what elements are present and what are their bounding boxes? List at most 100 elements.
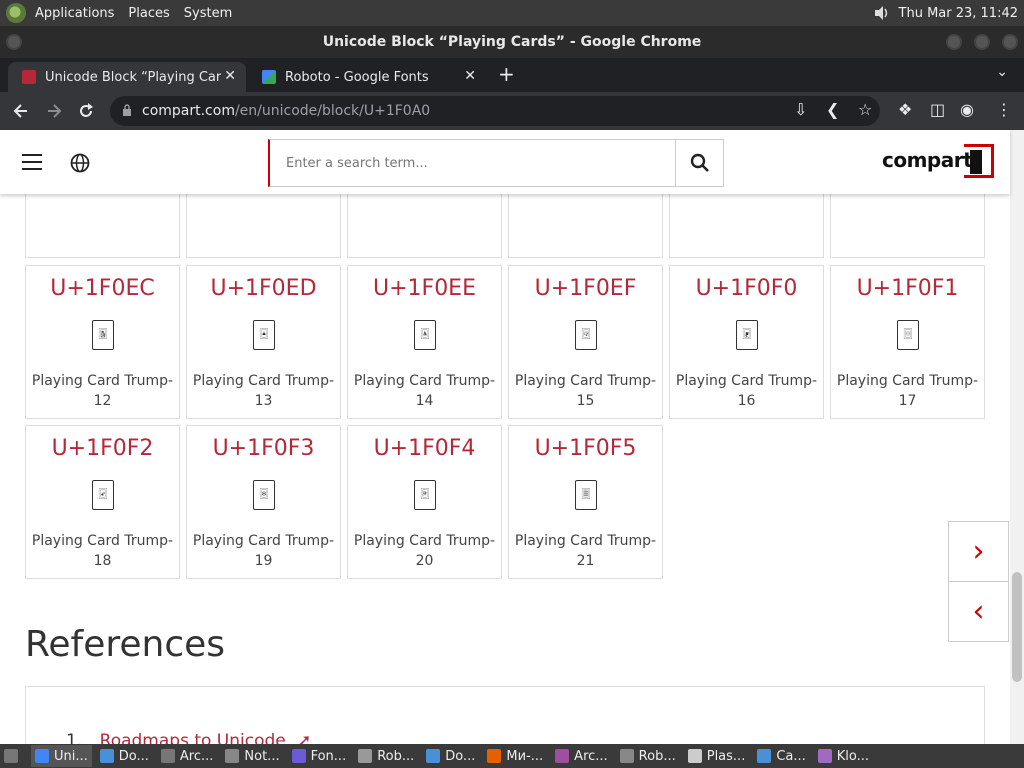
next-page-button[interactable]: › [948, 521, 1009, 582]
reload-icon[interactable] [77, 102, 95, 120]
back-arrow-icon[interactable] [12, 102, 30, 120]
app-icon [358, 749, 373, 763]
char-card[interactable]: U+1F0F0 🃰 Playing Card Trump-16 [669, 265, 824, 419]
tab-label: Unicode Block “Playing Cards” [45, 69, 221, 85]
char-code[interactable]: U+1F0F0 [670, 276, 823, 301]
clock[interactable]: Thu Mar 23, 11:42 [899, 6, 1018, 21]
taskbar-item[interactable]: Rob... [616, 745, 680, 767]
reference-link-roadmaps[interactable]: Roadmaps to Unicode [100, 731, 286, 744]
taskbar-item[interactable]: Rob... [354, 745, 418, 767]
browser-toolbar: compart.com/en/unicode/block/U+1F0A0 ⇩ ❮… [0, 92, 1024, 130]
taskbar-label: Arc... [574, 748, 608, 764]
char-code[interactable]: U+1F0F3 [187, 436, 340, 461]
char-code[interactable]: U+1F0F2 [26, 436, 179, 461]
applications-menu[interactable]: Applications [28, 6, 121, 21]
app-icon [817, 749, 832, 763]
taskbar-item[interactable]: Uni... [31, 745, 92, 767]
share-icon[interactable]: ❮ [826, 100, 839, 119]
taskbar-item[interactable]: Do... [422, 745, 479, 767]
char-card[interactable]: U+1F0F2 🃲 Playing Card Trump-18 [25, 425, 180, 579]
side-panel-icon[interactable]: ◫ [930, 100, 945, 119]
taskbar-item[interactable]: Arc... [551, 745, 612, 767]
tab-close-icon[interactable]: ✕ [224, 68, 236, 84]
window-title: Unicode Block “Playing Cards” - Google C… [322, 34, 702, 50]
lock-icon[interactable] [122, 104, 132, 116]
app-icon [225, 749, 240, 763]
url-path: /en/unicode/block/U+1F0A0 [234, 103, 431, 119]
taskbar: Uni... Do... Arc... Not... Fon... Rob... Do...… [0, 744, 1024, 768]
char-glyph: 🃰 [736, 320, 758, 350]
profile-avatar-icon[interactable]: ◉ [960, 100, 974, 119]
window-menu-button[interactable] [6, 34, 22, 50]
char-glyph: 🃭 [253, 320, 275, 350]
taskbar-label: Fon... [310, 748, 347, 764]
tab-search-chevron-icon[interactable]: ⌄ [996, 64, 1008, 80]
char-code[interactable]: U+1F0EE [348, 276, 501, 301]
close-window-button[interactable] [1002, 34, 1018, 50]
maximize-button[interactable] [974, 34, 990, 50]
char-name: Playing Card Trump-17 [836, 373, 979, 409]
taskbar-label: Do... [118, 748, 149, 764]
taskbar-item[interactable]: Ми-... [483, 745, 547, 767]
search-input[interactable] [270, 140, 675, 186]
char-card[interactable]: U+1F0F4 🃴 Playing Card Trump-20 [347, 425, 502, 579]
taskbar-item[interactable]: Plas... [684, 745, 750, 767]
app-icon [99, 749, 114, 763]
char-code[interactable]: U+1F0EC [26, 276, 179, 301]
references-list: 1. Roadmaps to Unicode ➚ [25, 686, 985, 744]
hamburger-menu-icon[interactable] [22, 154, 42, 170]
char-code[interactable]: U+1F0EF [509, 276, 662, 301]
app-icon [35, 749, 49, 763]
taskbar-item[interactable]: Not... [221, 745, 283, 767]
language-globe-icon[interactable] [70, 153, 90, 173]
tab-close-icon[interactable]: ✕ [464, 68, 476, 84]
install-app-icon[interactable]: ⇩ [794, 100, 807, 119]
tab-roboto-fonts[interactable]: Roboto - Google Fonts ✕ [248, 62, 486, 92]
system-menu[interactable]: System [177, 6, 239, 21]
char-card[interactable]: U+1F0F1 🃱 Playing Card Trump-17 [830, 265, 985, 419]
char-name: Playing Card Trump-13 [192, 373, 335, 409]
site-search [268, 139, 724, 187]
app-icon [555, 749, 570, 763]
char-glyph: 🃲 [92, 480, 114, 510]
desktop-icon [4, 749, 18, 763]
compart-favicon-icon [22, 70, 36, 84]
volume-icon[interactable] [873, 5, 891, 21]
places-menu[interactable]: Places [121, 6, 176, 21]
char-card[interactable]: U+1F0F3 🃳 Playing Card Trump-19 [186, 425, 341, 579]
char-card[interactable]: U+1F0EF 🃯 Playing Card Trump-15 [508, 265, 663, 419]
minimize-button[interactable] [946, 34, 962, 50]
char-code[interactable]: U+1F0F4 [348, 436, 501, 461]
scrollbar-thumb[interactable] [1012, 572, 1022, 682]
char-card[interactable]: U+1F0F5 🃵 Playing Card Trump-21 [508, 425, 663, 579]
compart-logo[interactable]: compart [882, 148, 973, 172]
char-code[interactable]: U+1F0ED [187, 276, 340, 301]
taskbar-item[interactable]: Fon... [288, 745, 351, 767]
compart-logo-bar [970, 150, 982, 174]
search-button[interactable] [675, 140, 723, 186]
char-name: Playing Card Trump-16 [675, 373, 818, 409]
char-card[interactable]: U+1F0EC 🃬 Playing Card Trump-12 [25, 265, 180, 419]
char-card[interactable]: U+1F0ED 🃭 Playing Card Trump-13 [186, 265, 341, 419]
taskbar-item[interactable]: Ca... [753, 745, 809, 767]
forward-arrow-icon[interactable] [45, 102, 63, 120]
chrome-menu-icon[interactable]: ⋮ [996, 100, 1012, 119]
char-card[interactable]: U+1F0EE 🃮 Playing Card Trump-14 [347, 265, 502, 419]
taskbar-item[interactable]: Klo... [814, 745, 873, 767]
previous-page-button[interactable]: ‹ [948, 581, 1009, 642]
char-code[interactable]: U+1F0F1 [831, 276, 984, 301]
extensions-puzzle-icon[interactable]: ❖ [898, 100, 912, 119]
bookmark-star-icon[interactable]: ☆ [858, 100, 872, 119]
distro-logo-icon[interactable] [6, 3, 26, 23]
taskbar-item[interactable]: Do... [96, 745, 153, 767]
char-name: Playing Card Trump-20 [353, 533, 496, 569]
app-icon [426, 749, 441, 763]
char-name: Playing Card Trump-15 [514, 373, 657, 409]
taskbar-item[interactable]: Arc... [157, 745, 218, 767]
window-titlebar: Unicode Block “Playing Cards” - Google C… [0, 26, 1024, 58]
tab-unicode-block[interactable]: Unicode Block “Playing Cards” ✕ [8, 62, 246, 92]
address-bar[interactable]: compart.com/en/unicode/block/U+1F0A0 [110, 96, 880, 126]
char-code[interactable]: U+1F0F5 [509, 436, 662, 461]
new-tab-button[interactable]: + [498, 62, 515, 86]
show-desktop-button[interactable] [0, 745, 27, 767]
